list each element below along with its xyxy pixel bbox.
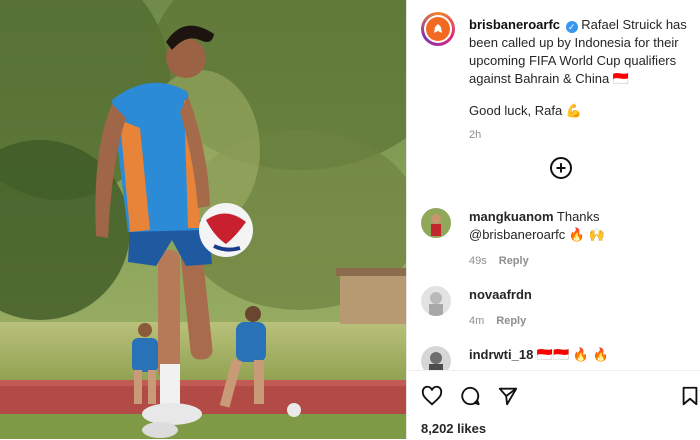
verified-badge-icon: ✓ [565,21,578,33]
comment-avatar[interactable] [421,286,451,316]
comment-username[interactable]: novaafrdn [469,287,532,302]
lion-logo-icon [426,17,450,41]
comment-username[interactable]: mangkuanom [469,209,554,224]
post-panel: brisbaneroarfc ✓ Rafael Struick has been… [406,0,700,440]
heart-icon[interactable] [421,385,443,407]
reply-button[interactable]: Reply [499,255,529,267]
likes-count[interactable]: 8,202 likes [421,421,486,436]
post-username[interactable]: brisbaneroarfc [469,17,560,32]
plus-circle-icon: + [555,157,567,178]
comment-avatar[interactable] [421,208,451,238]
account-avatar[interactable] [421,12,455,46]
comment-time: 4m [469,315,485,327]
comment-text: 🇮🇩🇮🇩 🔥 🔥 [536,347,609,362]
caption-text-block: brisbaneroarfc ✓ Rafael Struick has been… [469,16,697,144]
reply-button[interactable]: Reply [496,315,526,327]
comment-time: 49s [469,255,487,267]
comment-icon[interactable] [459,385,481,407]
send-icon[interactable] [497,385,519,407]
post-time: 2h [469,129,482,141]
bookmark-icon[interactable] [679,385,700,407]
post-photo[interactable] [0,0,406,439]
comment-username[interactable]: indrwti_18 [469,347,533,362]
caption-extra: Good luck, Rafa 💪 [469,103,583,118]
load-more-comments-button[interactable]: + [550,157,572,179]
post-actions: 8,202 likes [407,370,700,440]
training-photo [0,0,406,439]
